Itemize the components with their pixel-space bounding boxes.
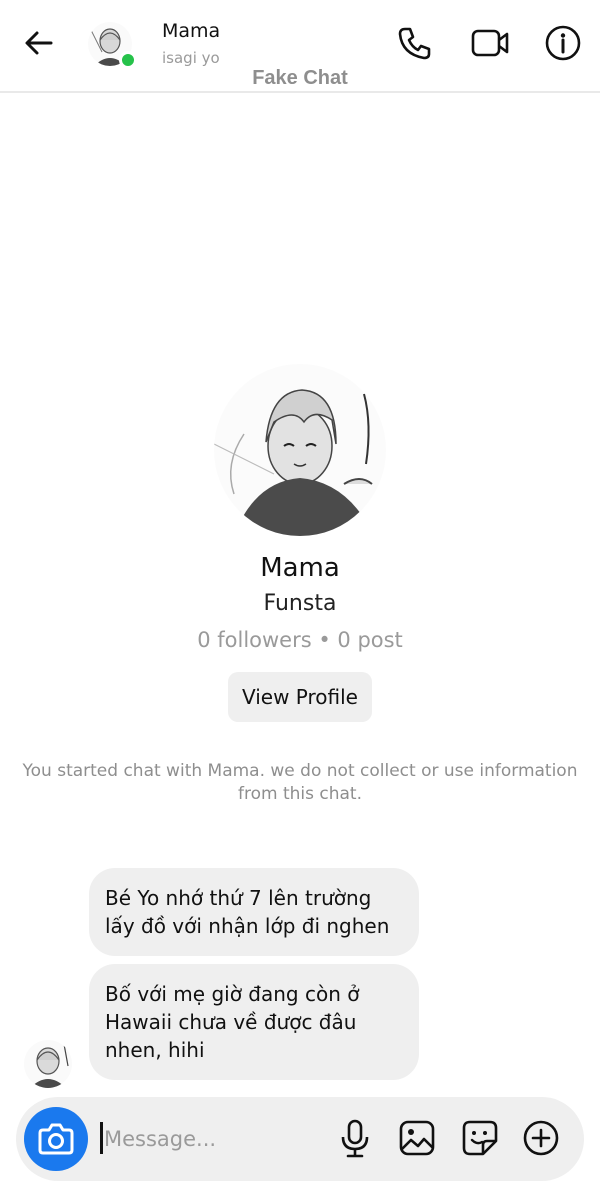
image-icon (399, 1120, 435, 1156)
message-bubble[interactable]: Bé Yo nhớ thứ 7 lên trường lấy đồ với nh… (89, 868, 419, 956)
info-button[interactable] (544, 24, 582, 62)
video-camera-icon (471, 29, 509, 57)
camera-button[interactable] (24, 1107, 88, 1171)
back-button[interactable] (22, 26, 56, 60)
video-call-button[interactable] (470, 24, 509, 62)
text-cursor (100, 1122, 103, 1154)
profile-type: Funsta (263, 591, 337, 616)
chat-header: Mama isagi yo Fake Chat (0, 0, 600, 93)
profile-picture[interactable] (214, 364, 386, 536)
profile-stats: 0 followers • 0 post (197, 628, 403, 652)
profile-name: Mama (260, 553, 340, 583)
arrow-left-icon (25, 31, 53, 55)
contact-username: isagi yo (162, 49, 220, 67)
more-options-button[interactable] (520, 1117, 562, 1159)
message-bubble[interactable]: Bố với mẹ giờ đang còn ở Hawaii chưa về … (89, 964, 419, 1080)
sticker-button[interactable] (459, 1117, 501, 1159)
chat-started-note: You started chat with Mama. we do not co… (22, 761, 578, 804)
message-composer (16, 1097, 584, 1181)
voice-message-button[interactable] (334, 1117, 376, 1159)
view-profile-button[interactable]: View Profile (228, 672, 372, 722)
info-icon (545, 25, 581, 61)
phone-icon (398, 27, 431, 60)
contact-avatar[interactable] (88, 22, 140, 70)
camera-icon (38, 1123, 74, 1155)
sender-avatar[interactable] (24, 1040, 72, 1088)
message-input[interactable] (104, 1119, 324, 1159)
voice-call-button[interactable] (396, 24, 434, 62)
plus-circle-icon (523, 1120, 559, 1156)
sticker-icon (462, 1120, 498, 1156)
fake-chat-watermark: Fake Chat (252, 67, 348, 89)
microphone-icon (341, 1119, 369, 1158)
gallery-button[interactable] (396, 1117, 438, 1159)
contact-name[interactable]: Mama (162, 20, 220, 42)
